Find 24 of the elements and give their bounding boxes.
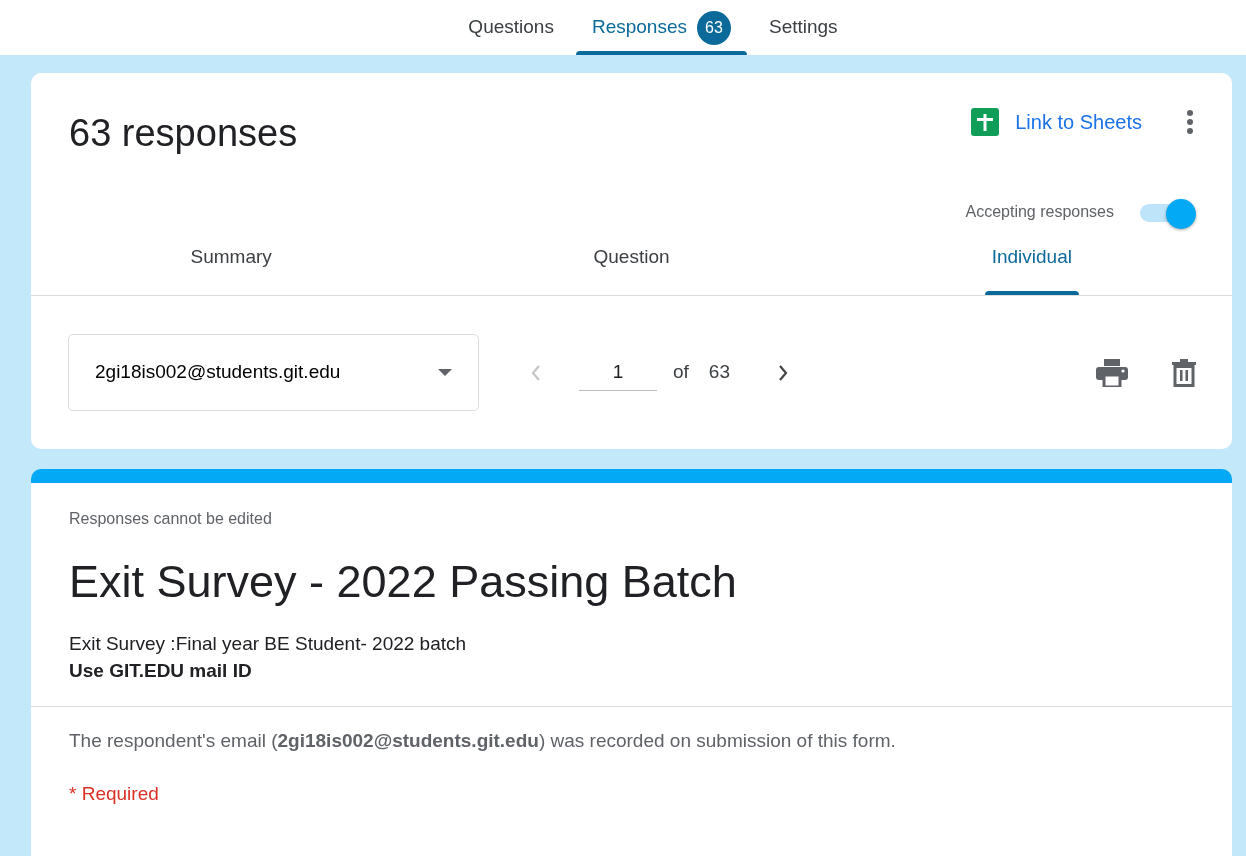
description-text: Exit Survey :Final year BE Student- 2022 batch [69, 632, 468, 656]
email-note: The respondent's email (2gi18is002@students.git.edu) was recorded on submission of this form. [69, 729, 897, 754]
nav-tab[interactable]: Responses 63 [575, 0, 747, 55]
form-title: Exit Survey - 2022 Passing Batch [69, 555, 738, 609]
accepting-responses-label: Accepting responses [965, 202, 1114, 222]
required-note: * Required [69, 781, 160, 806]
respondent-dropdown[interactable]: 2gi18is002@students.git.edu [68, 334, 479, 411]
responses-title: 63 responses [69, 111, 298, 156]
delete-icon[interactable] [1172, 358, 1196, 387]
count-badge: 63 [696, 10, 731, 45]
spreadsheet-icon [971, 108, 1000, 136]
notice-text: Responses cannot be edited [69, 509, 273, 529]
print-icon[interactable] [1096, 358, 1128, 387]
link-to-sheets-button[interactable]: Link to Sheets [971, 107, 1142, 137]
caret-icon [438, 369, 452, 376]
view-tab[interactable]: Question [431, 219, 832, 295]
nav-tab[interactable]: Questions [452, 0, 570, 55]
view-tab[interactable]: Individual [831, 219, 1232, 295]
view-tab[interactable]: Summary [31, 219, 432, 295]
more-options-icon[interactable] [1186, 109, 1194, 135]
total-count: 63 [708, 360, 730, 385]
description-text: Use GIT.EDU mail ID [69, 658, 253, 683]
of-label: of [673, 360, 689, 385]
nav-tab[interactable]: Settings [752, 0, 854, 55]
